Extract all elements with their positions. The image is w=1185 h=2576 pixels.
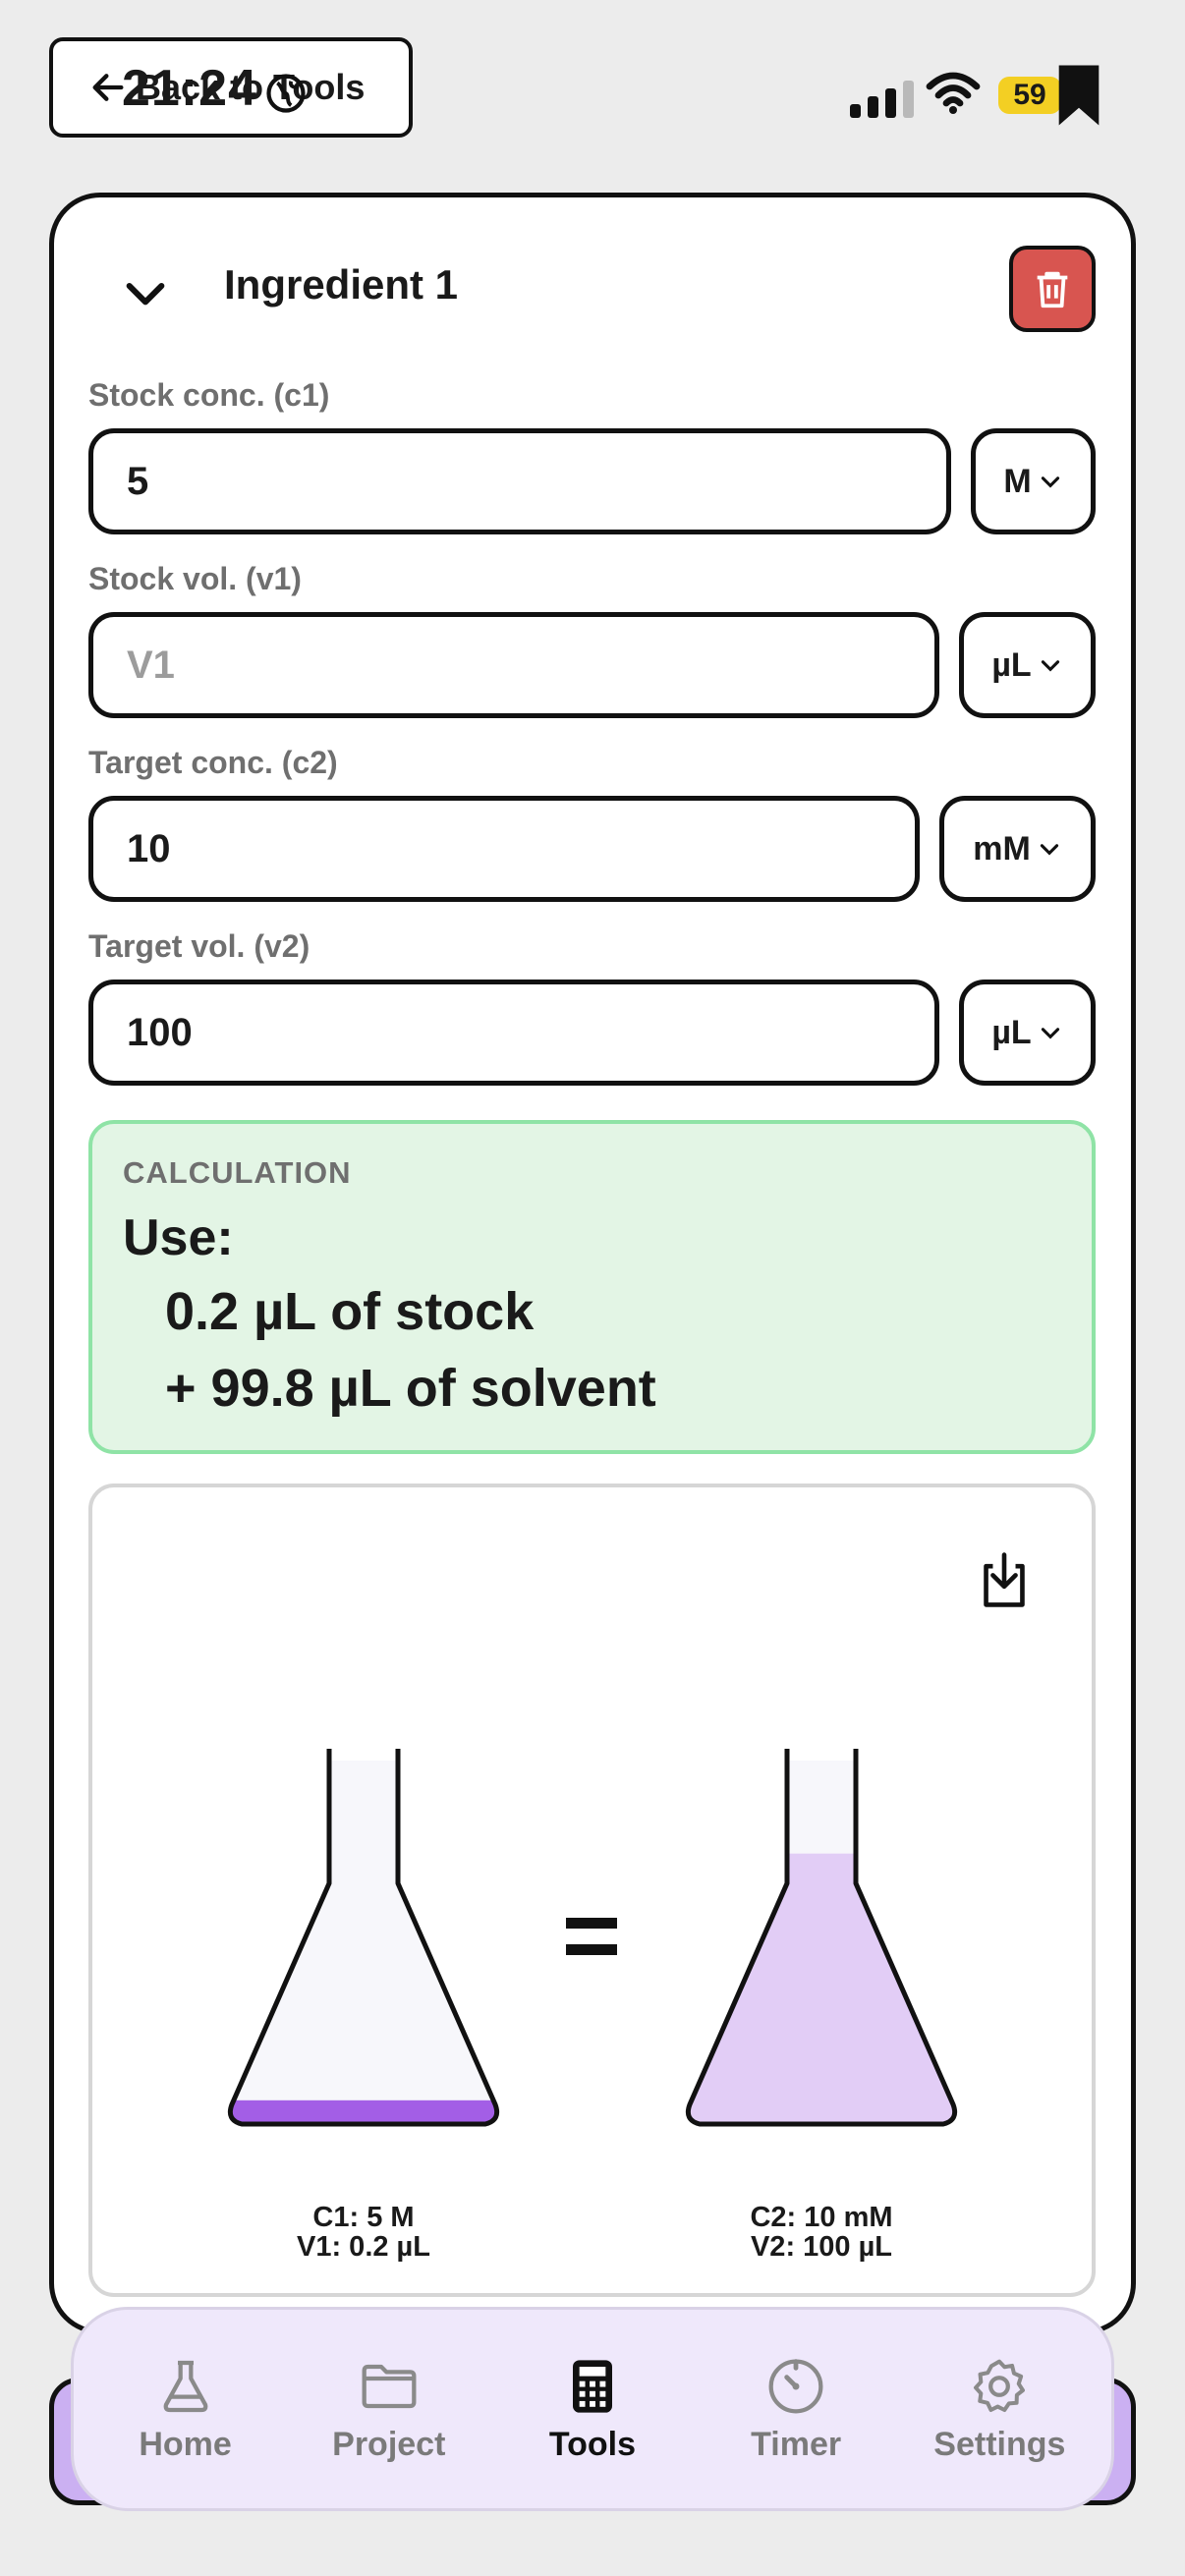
gear-icon (974, 2359, 1026, 2412)
target-conc-input[interactable]: 10 (88, 796, 920, 902)
folder-icon (362, 2364, 417, 2408)
stock-vol-placeholder: V1 (127, 643, 175, 687)
stock-vol-unit: µL (991, 645, 1032, 684)
nav-tools[interactable]: Tools (494, 2355, 691, 2464)
chevron-down-icon (1041, 660, 1059, 672)
bookmark-icon[interactable] (1053, 63, 1104, 128)
target-conc-value: 10 (127, 826, 171, 870)
nav-settings[interactable]: Settings (901, 2355, 1098, 2464)
stock-conc-label: Stock conc. (c1) (88, 377, 330, 413)
target-vol-value: 100 (127, 1010, 193, 1054)
stock-conc-unit-select[interactable]: M (971, 428, 1096, 534)
target-vol-unit-select[interactable]: µL (959, 980, 1096, 1086)
stock-flask-caption: C1: 5 M V1: 0.2 µL (216, 2203, 511, 2262)
stock-conc-unit: M (1003, 462, 1032, 500)
globe-icon (266, 74, 306, 113)
status-time: 21:24 (122, 60, 257, 117)
target-liquid (688, 1853, 955, 2124)
stock-vol-unit-select[interactable]: µL (959, 612, 1096, 718)
calculation-heading: CALCULATION (123, 1155, 352, 1190)
stock-flask (227, 1749, 500, 2127)
nav-home[interactable]: Home (87, 2355, 284, 2464)
equals-sign (566, 1918, 617, 1955)
target-vol-unit: µL (991, 1013, 1032, 1051)
calculator-icon (572, 2359, 612, 2413)
stock-vol-label: Stock vol. (v1) (88, 561, 302, 596)
nav-project-label: Project (332, 2425, 446, 2463)
stock-conc-value: 5 (127, 459, 149, 503)
stock-vol-input[interactable]: V1 (88, 612, 939, 718)
chevron-down-icon (1041, 1028, 1059, 1039)
target-flask (685, 1749, 958, 2127)
battery-indicator: 59 (998, 77, 1061, 114)
calculation-use-label: Use: (123, 1209, 234, 1266)
ingredient-title: Ingredient 1 (224, 261, 459, 308)
target-c-label: C2: 10 mM (750, 2202, 893, 2233)
target-v-label: V2: 100 µL (750, 2231, 893, 2263)
nav-settings-label: Settings (933, 2425, 1066, 2463)
calculation-solvent-line: + 99.8 µL of solvent (165, 1359, 656, 1418)
delete-ingredient-button[interactable] (1009, 246, 1096, 332)
stock-v-label: V1: 0.2 µL (297, 2231, 430, 2263)
download-icon[interactable] (977, 1550, 1032, 1609)
nav-home-label: Home (139, 2425, 232, 2463)
target-vol-input[interactable]: 100 (88, 980, 939, 1086)
target-conc-label: Target conc. (c2) (88, 745, 338, 780)
chevron-down-icon (1040, 844, 1058, 856)
target-flask-caption: C2: 10 mM V2: 100 µL (674, 2203, 969, 2262)
target-conc-unit-select[interactable]: mM (939, 796, 1096, 902)
nav-timer-label: Timer (751, 2425, 842, 2463)
bottom-nav: Home Project Tools Timer Settings (71, 2307, 1114, 2511)
chevron-down-icon (1041, 476, 1059, 488)
calculation-stock-line: 0.2 µL of stock (165, 1282, 535, 1341)
stock-conc-input[interactable]: 5 (88, 428, 951, 534)
stock-c-label: C1: 5 M (312, 2202, 415, 2233)
wifi-icon (926, 72, 981, 114)
flask-icon (163, 2360, 207, 2412)
timer-icon (768, 2358, 823, 2413)
target-vol-label: Target vol. (v2) (88, 928, 310, 964)
stock-liquid (230, 2100, 497, 2124)
target-conc-unit: mM (973, 829, 1031, 868)
collapse-chevron-icon[interactable] (118, 265, 173, 320)
trash-icon (1037, 271, 1068, 308)
nav-timer[interactable]: Timer (698, 2355, 894, 2464)
cellular-signal-icon (850, 81, 914, 118)
nav-project[interactable]: Project (291, 2355, 487, 2464)
nav-tools-label: Tools (548, 2425, 637, 2463)
